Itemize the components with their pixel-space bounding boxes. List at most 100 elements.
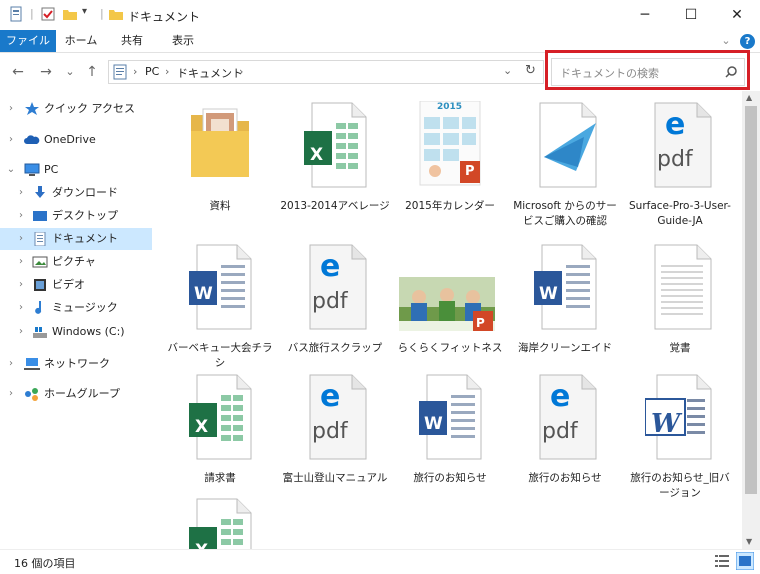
edge-logo-icon: e — [550, 379, 571, 414]
tab-view[interactable]: 表示 — [162, 30, 204, 52]
file-name: らくらくフィットネス — [397, 342, 503, 354]
maximize-button[interactable]: ☐ — [668, 0, 714, 30]
chevron-right-icon[interactable]: › — [16, 274, 26, 296]
large-icons-view-icon[interactable] — [736, 552, 754, 570]
sidebar-item-windows-c[interactable]: › Windows (C:) — [0, 321, 152, 343]
breadcrumb-separator: › — [165, 65, 170, 78]
new-folder-icon[interactable] — [62, 6, 78, 22]
paper-plane-file-icon — [539, 102, 597, 188]
sidebar-item-label: クイック アクセス — [44, 102, 135, 115]
pdf-label: pdf — [312, 289, 348, 314]
pdf-label: pdf — [542, 419, 578, 444]
search-highlight-frame — [545, 50, 750, 90]
sidebar-item-label: OneDrive — [44, 133, 96, 146]
tab-home[interactable]: ホーム — [60, 30, 102, 52]
tab-share[interactable]: 共有 — [112, 30, 152, 52]
ribbon-expand-icon[interactable]: ⌄ — [716, 30, 736, 52]
title-divider: | — [100, 7, 104, 20]
properties-icon[interactable] — [8, 6, 24, 22]
sidebar-item-label: ミュージック — [52, 301, 118, 314]
document-icon — [34, 232, 46, 246]
chevron-right-icon[interactable]: › — [16, 228, 26, 250]
qa-customize-icon[interactable]: ▾ — [82, 6, 87, 17]
picture-icon — [32, 256, 48, 268]
scroll-down-icon[interactable]: ▼ — [746, 537, 752, 546]
sidebar-item-videos[interactable]: › ビデオ — [0, 274, 152, 296]
address-dropdown-icon[interactable]: ⌄ — [503, 64, 512, 77]
file-name: Surface-Pro-3-User-Guide-JA — [629, 200, 731, 227]
breadcrumb-pc[interactable]: PC — [145, 65, 159, 78]
download-icon — [35, 186, 45, 198]
pdf-label: pdf — [657, 147, 693, 172]
scroll-up-icon[interactable]: ▲ — [746, 93, 752, 102]
chevron-right-icon[interactable]: › — [16, 182, 26, 204]
item-count: 16 個の項目 — [14, 557, 76, 570]
edge-logo-icon: e — [320, 379, 341, 414]
sidebar-item-downloads[interactable]: › ダウンロード — [0, 182, 152, 204]
ppt-badge: P — [465, 164, 475, 179]
chevron-right-icon[interactable]: › — [16, 321, 26, 343]
excel-badge: X — [195, 417, 209, 437]
refresh-icon[interactable]: ↻ — [525, 63, 536, 78]
chevron-right-icon[interactable]: › — [16, 251, 26, 273]
chevron-right-icon[interactable]: › — [6, 383, 16, 405]
excel-badge: X — [195, 541, 208, 549]
breadcrumb-separator: › — [133, 65, 138, 78]
word-badge: W — [424, 414, 443, 434]
minimize-button[interactable]: ─ — [622, 0, 668, 30]
file-name: Microsoft からのサービスご購入の確認 — [513, 200, 617, 227]
file-name: 2013-2014アベレージ — [280, 200, 390, 212]
drive-icon — [33, 327, 47, 338]
sidebar-item-network[interactable]: › ネットワーク — [0, 353, 152, 375]
help-icon[interactable]: ? — [740, 34, 755, 49]
ppt-badge: P — [476, 316, 485, 330]
back-button[interactable]: ← — [8, 63, 28, 81]
chevron-right-icon[interactable]: › — [6, 98, 16, 120]
check-icon[interactable] — [40, 6, 56, 22]
file-name: 旅行のお知らせ — [413, 472, 487, 484]
cloud-icon — [24, 135, 40, 144]
file-name: バーベキュー大会チラシ — [167, 342, 273, 369]
title-bar: | ▾ | ドキュメント ─ ☐ ✕ — [0, 0, 760, 30]
pdf-label: pdf — [312, 419, 348, 444]
tab-file[interactable]: ファイル — [0, 30, 56, 52]
file-name: 海岸クリーンエイド — [518, 342, 612, 354]
sidebar-item-documents[interactable]: › ドキュメント — [0, 228, 152, 250]
word-old-badge: W — [651, 409, 681, 439]
forward-button[interactable]: → — [36, 63, 56, 81]
sidebar-item-quick-access[interactable]: › クイック アクセス — [0, 98, 152, 120]
chevron-right-icon[interactable]: › — [16, 297, 26, 319]
breadcrumb-documents[interactable]: ドキュメント — [177, 65, 243, 81]
word-badge: W — [539, 284, 558, 304]
recent-locations-button[interactable]: ⌄ — [60, 63, 80, 81]
close-button[interactable]: ✕ — [714, 0, 760, 30]
scrollbar-thumb[interactable] — [745, 106, 757, 494]
sidebar-item-label: ネットワーク — [44, 357, 110, 370]
details-view-icon[interactable] — [714, 554, 730, 568]
up-button[interactable]: ↑ — [82, 63, 102, 81]
chevron-right-icon[interactable]: › — [6, 353, 16, 375]
pc-icon — [24, 163, 40, 176]
sidebar-item-music[interactable]: › ミュージック — [0, 297, 152, 319]
network-icon — [24, 358, 40, 370]
sidebar-item-label: ドキュメント — [52, 232, 118, 245]
sidebar-item-onedrive[interactable]: › OneDrive — [0, 129, 152, 151]
sidebar-item-label: デスクトップ — [52, 209, 118, 222]
file-name: 覚書 — [669, 342, 691, 354]
sidebar-item-pc[interactable]: ⌄ PC — [0, 159, 152, 181]
chevron-down-icon[interactable]: ⌄ — [6, 159, 16, 181]
file-name: 請求書 — [204, 472, 236, 484]
word-badge: W — [194, 284, 213, 304]
sidebar-item-pictures[interactable]: › ピクチャ — [0, 251, 152, 273]
address-bar[interactable]: › PC › ドキュメント › ⌄ ↻ — [108, 60, 544, 84]
sidebar-item-label: ビデオ — [52, 278, 85, 291]
chevron-right-icon[interactable]: › — [16, 205, 26, 227]
star-icon — [25, 102, 39, 115]
sidebar-item-desktop[interactable]: › デスクトップ — [0, 205, 152, 227]
text-file-icon — [654, 244, 712, 330]
edge-logo-icon: e — [320, 249, 341, 284]
chevron-right-icon[interactable]: › — [6, 129, 16, 151]
sidebar-item-homegroup[interactable]: › ホームグループ — [0, 383, 152, 405]
file-name: 資料 — [209, 200, 231, 212]
excel-badge: X — [310, 145, 324, 165]
